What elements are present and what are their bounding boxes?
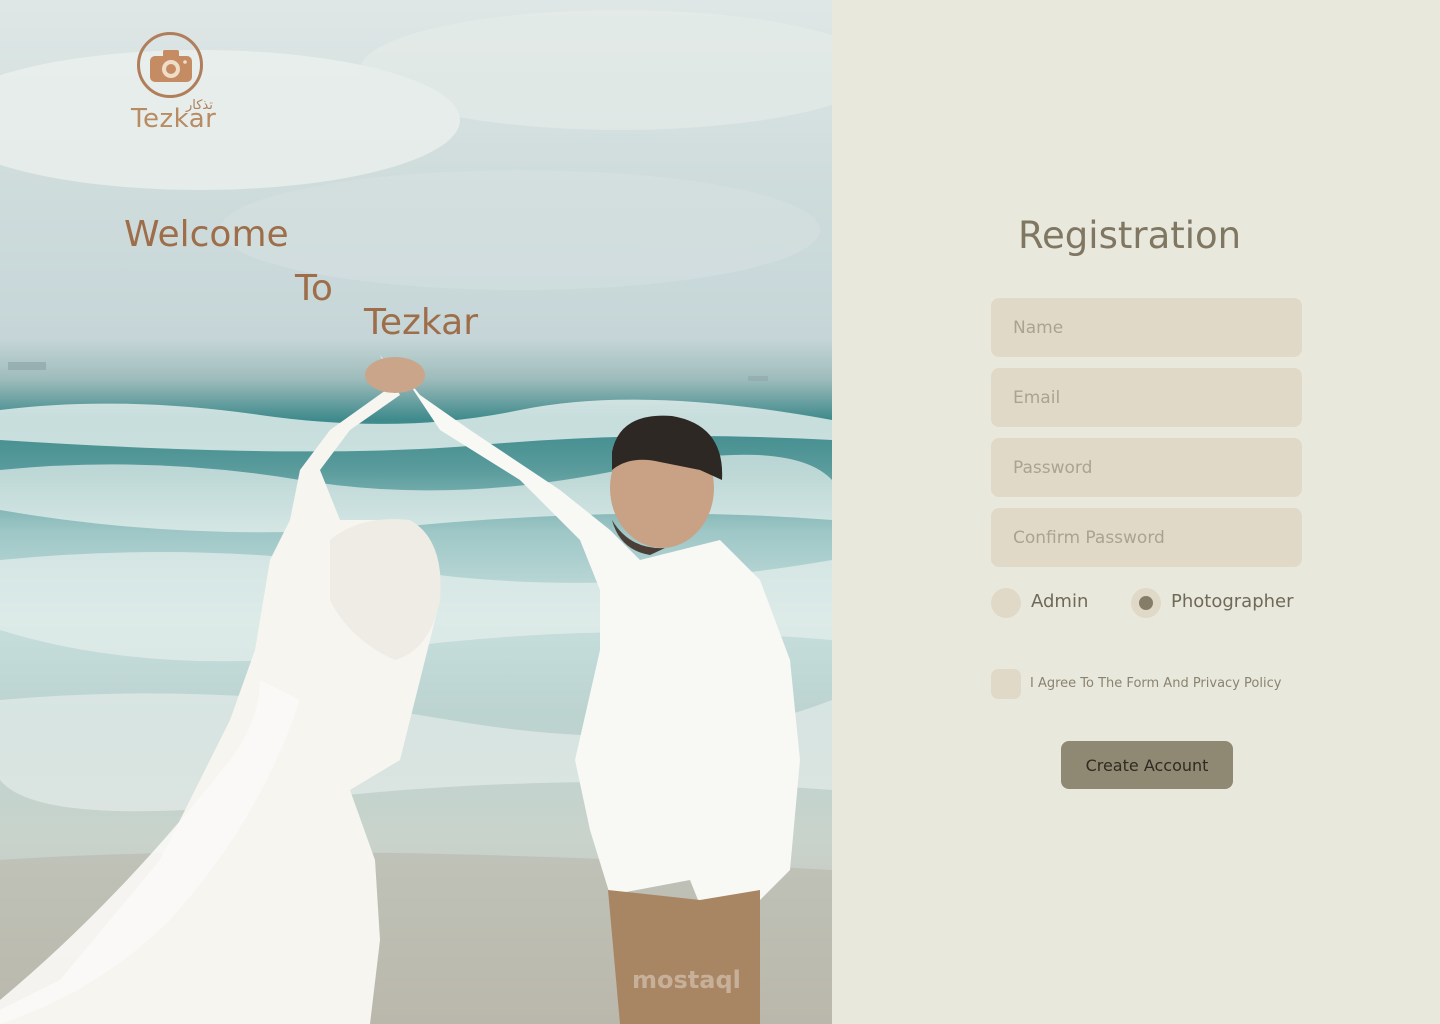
password-input[interactable] <box>991 438 1302 497</box>
role-radio-photographer[interactable] <box>1131 588 1161 618</box>
create-account-button[interactable]: Create Account <box>1061 741 1233 789</box>
role-label-admin[interactable]: Admin <box>1031 591 1088 612</box>
role-radio-admin[interactable] <box>991 588 1021 618</box>
camera-icon <box>150 50 192 82</box>
welcome-line-2: To <box>295 268 333 309</box>
form-title: Registration <box>1018 214 1242 257</box>
role-label-photographer[interactable]: Photographer <box>1171 591 1294 612</box>
registration-page: تذكار Tezkar Welcome To Tezkar mostaql R… <box>0 0 1440 1024</box>
name-input[interactable] <box>991 298 1302 357</box>
watermark: mostaql <box>632 966 741 994</box>
radio-selected-dot <box>1139 596 1153 610</box>
confirm-password-input[interactable] <box>991 508 1302 567</box>
brand-name: Tezkar <box>131 104 217 134</box>
email-input[interactable] <box>991 368 1302 427</box>
welcome-line-1: Welcome <box>124 214 289 255</box>
agree-label[interactable]: I Agree To The Form And Privacy Policy <box>1030 676 1281 691</box>
welcome-line-3: Tezkar <box>364 302 478 343</box>
brand-logo[interactable]: تذكار Tezkar <box>128 30 228 140</box>
hero-photo-panel: تذكار Tezkar Welcome To Tezkar mostaql <box>0 0 832 1024</box>
agree-checkbox[interactable] <box>991 669 1021 699</box>
couple-beach-photo <box>0 10 832 1024</box>
